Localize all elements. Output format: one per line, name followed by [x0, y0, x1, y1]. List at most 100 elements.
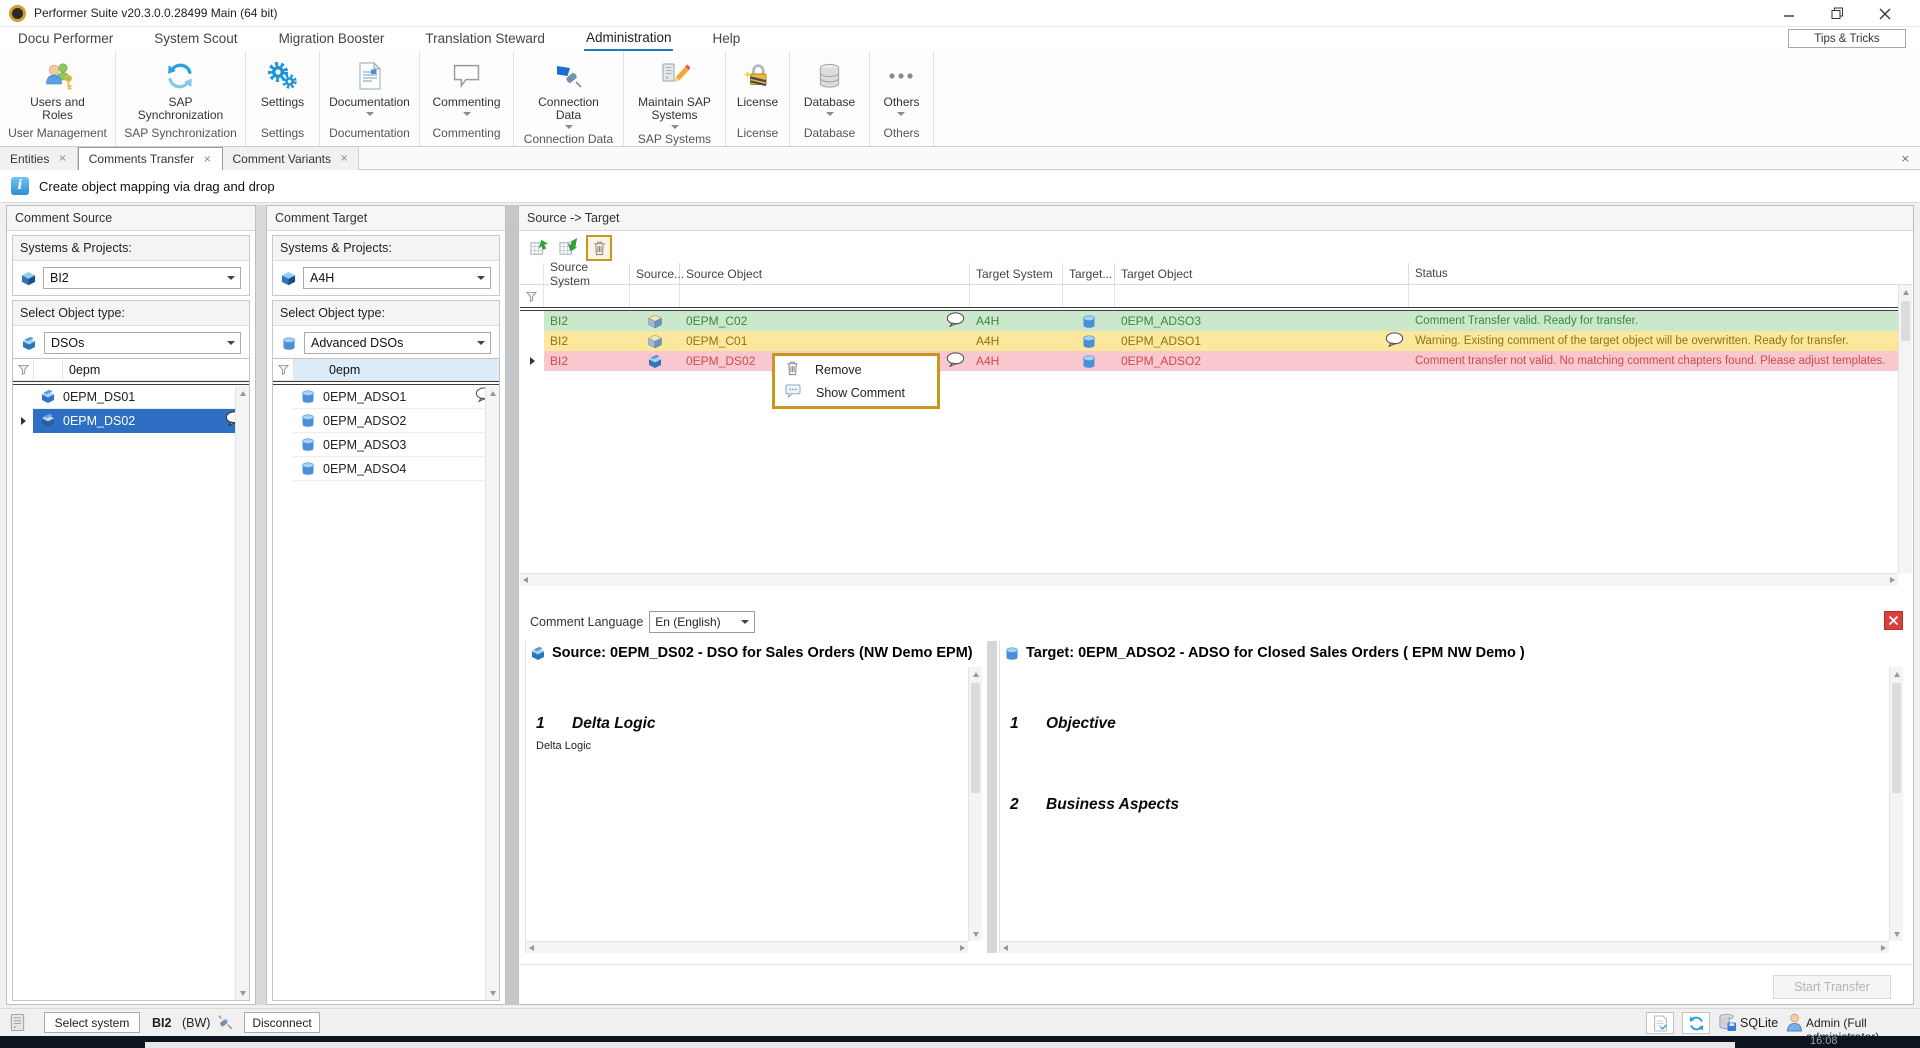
source-comment-body[interactable]: 1Delta Logic Delta Logic [526, 669, 968, 941]
tab-entities[interactable]: Entities× [0, 147, 78, 170]
scroll-down-arrow[interactable] [969, 927, 982, 941]
maintain-sap-systems-button[interactable]: Maintain SAP Systems [635, 56, 715, 129]
database-type-label: SQLite [1740, 1016, 1778, 1030]
panel-splitter[interactable] [506, 205, 518, 1005]
comment-language-dropdown[interactable]: En (English) [649, 611, 755, 633]
export-mapping-button[interactable] [528, 236, 552, 260]
scroll-thumb[interactable] [971, 683, 980, 793]
source-system-dropdown[interactable]: BI2 [43, 267, 241, 289]
column-header[interactable]: Source Object [680, 263, 970, 284]
vertical-scrollbar[interactable] [485, 386, 499, 1000]
horizontal-scrollbar[interactable] [1000, 941, 1889, 953]
vertical-scrollbar[interactable] [968, 667, 982, 941]
tab-close-icon[interactable]: × [340, 153, 348, 164]
scroll-right-arrow[interactable] [960, 945, 965, 951]
scroll-left-arrow[interactable] [529, 945, 534, 951]
target-system-dropdown[interactable]: A4H [303, 267, 491, 289]
filter-input[interactable]: 0epm [63, 359, 249, 380]
menu-help[interactable]: Help [710, 28, 742, 50]
filter-row[interactable]: 0epm [273, 359, 499, 381]
list-item[interactable]: 0EPM_DS01 [13, 385, 249, 409]
scroll-left-arrow[interactable] [523, 577, 528, 583]
column-header[interactable]: Target System [970, 263, 1063, 284]
commenting-button[interactable]: Commenting [432, 56, 500, 116]
users-and-roles-button[interactable]: Users and Roles [23, 56, 93, 122]
scroll-left-arrow[interactable] [1003, 945, 1008, 951]
minimize-button[interactable] [1766, 0, 1812, 27]
source-object-type-dropdown[interactable]: DSOs [44, 332, 241, 354]
settings-button[interactable]: Settings [261, 56, 304, 109]
tab-comment-variants[interactable]: Comment Variants× [223, 147, 360, 170]
scroll-thumb[interactable] [1901, 301, 1910, 341]
documentation-button[interactable]: Documentation [329, 56, 410, 116]
list-item[interactable]: 0EPM_ADSO4 [273, 457, 499, 481]
vertical-scrollbar[interactable] [235, 386, 249, 1000]
scroll-down-arrow[interactable] [1890, 927, 1903, 941]
status-text: Comment Transfer valid. Ready for transf… [1409, 311, 1912, 331]
menu-docu-performer[interactable]: Docu Performer [16, 28, 115, 50]
mapping-row-warning[interactable]: BI2 0EPM_C01 A4H 0EPM_ADSO1 Warning. Exi… [520, 331, 1912, 351]
menu-system-scout[interactable]: System Scout [152, 28, 239, 50]
list-item[interactable]: 0EPM_ADSO2 [273, 409, 499, 433]
column-header[interactable]: Source System [544, 263, 630, 284]
disconnect-button[interactable]: Disconnect [244, 1012, 320, 1033]
column-header[interactable]: Target Object [1115, 263, 1409, 284]
ellipsis-icon [886, 56, 916, 96]
menu-translation-steward[interactable]: Translation Steward [423, 28, 547, 50]
sap-synchronization-button[interactable]: SAP Synchronization [126, 56, 236, 122]
close-button[interactable] [1862, 0, 1908, 27]
import-mapping-button[interactable] [557, 236, 581, 260]
filter-input[interactable]: 0epm [323, 359, 499, 380]
scroll-thumb[interactable] [1892, 683, 1901, 793]
filter-row[interactable]: 0epm [13, 359, 249, 381]
license-button[interactable]: License [737, 56, 778, 109]
scroll-right-arrow[interactable] [1890, 577, 1895, 583]
scroll-up-arrow[interactable] [969, 667, 982, 681]
scroll-down-arrow[interactable] [236, 986, 249, 1000]
target-object-type-dropdown[interactable]: Advanced DSOs [304, 332, 491, 354]
select-system-button[interactable]: Select system [44, 1012, 140, 1033]
grid-filter-row[interactable] [520, 285, 1912, 307]
close-comment-view-button[interactable] [1884, 611, 1903, 630]
tab-group-close-icon[interactable]: × [1901, 152, 1910, 165]
tab-close-icon[interactable]: × [203, 154, 211, 165]
restore-button[interactable] [1814, 0, 1860, 27]
column-header[interactable]: Status [1409, 263, 1912, 284]
scroll-up-arrow[interactable] [236, 386, 249, 400]
column-header[interactable]: Target... [1063, 263, 1115, 284]
comment-pane-splitter[interactable] [987, 641, 997, 953]
row-marker-icon [21, 417, 26, 425]
horizontal-scrollbar[interactable] [526, 941, 968, 953]
remove-mapping-button[interactable] [586, 235, 612, 261]
start-transfer-button[interactable]: Start Transfer [1773, 975, 1891, 999]
vertical-scrollbar[interactable] [1898, 285, 1912, 573]
scroll-right-arrow[interactable] [1881, 945, 1886, 951]
others-button[interactable]: Others [883, 56, 919, 116]
tab-comments-transfer[interactable]: Comments Transfer× [78, 147, 223, 170]
column-header[interactable]: Source... [630, 263, 680, 284]
scroll-down-arrow[interactable] [486, 986, 499, 1000]
database-button[interactable]: Database [804, 56, 855, 116]
menu-migration-booster[interactable]: Migration Booster [277, 28, 387, 50]
list-item[interactable]: 0EPM_ADSO3 [273, 433, 499, 457]
menu-administration[interactable]: Administration [584, 27, 674, 52]
list-item-selected[interactable]: 0EPM_DS02 [13, 409, 249, 433]
context-menu-remove[interactable]: Remove [775, 358, 937, 381]
connected-system: BI2 [152, 1016, 171, 1030]
context-menu-show-comment[interactable]: Show Comment [775, 381, 937, 404]
mapping-row-valid[interactable]: BI2 0EPM_C02 A4H 0EPM_ADSO3 Comment Tran… [520, 311, 1912, 331]
mapping-row-error[interactable]: BI2 0EPM_DS02 A4H 0EPM_ADSO2 Comment tra… [520, 351, 1912, 371]
target-comment-body[interactable]: 1Objective 2Business Aspects [1000, 669, 1889, 941]
scroll-up-arrow[interactable] [1899, 285, 1912, 299]
refresh-button[interactable] [1682, 1012, 1710, 1034]
list-item[interactable]: 0EPM_ADSO1 [273, 385, 499, 409]
vertical-scrollbar[interactable] [1889, 667, 1903, 941]
tab-close-icon[interactable]: × [58, 153, 66, 164]
tips-tricks-button[interactable]: Tips & Tricks [1788, 29, 1906, 48]
connection-data-button[interactable]: Connection Data [533, 56, 605, 129]
panel-splitter[interactable] [256, 205, 266, 1005]
scroll-up-arrow[interactable] [486, 386, 499, 400]
horizontal-scrollbar[interactable] [520, 573, 1898, 586]
scroll-up-arrow[interactable] [1890, 667, 1903, 681]
report-log-button[interactable] [1646, 1012, 1674, 1034]
